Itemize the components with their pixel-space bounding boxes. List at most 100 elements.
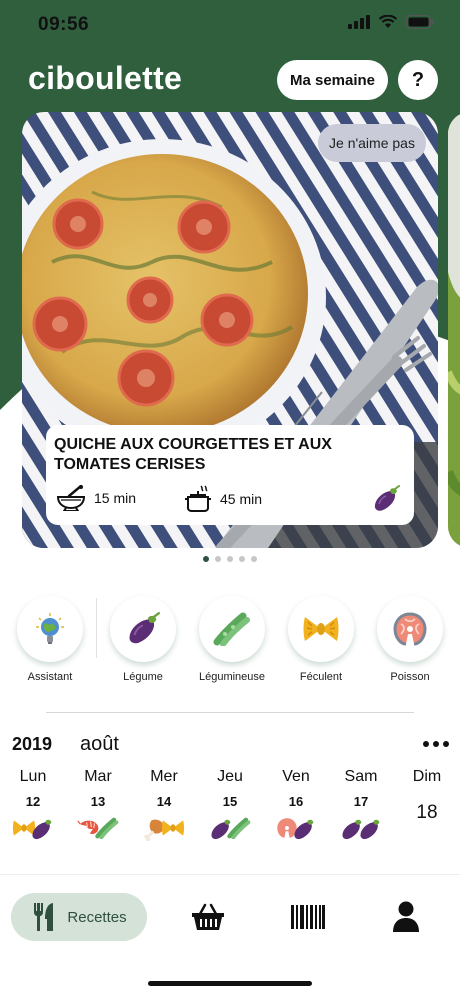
nav-divider: [0, 874, 460, 875]
nav-profile-tab[interactable]: [384, 897, 428, 937]
green-beans-icon: [213, 612, 250, 646]
recipe-category-tag: [372, 485, 400, 513]
cook-time-value: 45 min: [220, 491, 263, 507]
day-meals: [268, 817, 324, 843]
featured-recipe-card[interactable]: Je n'aime pas QUICHE AUX COURGETTES ET A…: [22, 112, 438, 548]
day-column[interactable]: Mer 14: [136, 768, 192, 843]
day-number: 18: [416, 802, 438, 823]
day-name: Dim: [412, 768, 442, 785]
day-name: Lun: [19, 768, 47, 785]
day-meals: [70, 817, 126, 843]
battery-icon: [406, 15, 434, 29]
day-number: 16: [288, 794, 304, 809]
day-meals: [202, 817, 258, 843]
day-column[interactable]: Dim 18: [399, 768, 455, 824]
nav-recipes-label: Recettes: [67, 908, 127, 926]
green-beans-icon: [227, 817, 251, 839]
category-divider: [96, 598, 97, 658]
category-label: Légume: [123, 671, 163, 683]
green-beans-icon: [95, 817, 119, 839]
category-circle: [288, 596, 354, 662]
cooking-pot-icon: [185, 485, 211, 512]
day-column[interactable]: Jeu 15: [202, 768, 258, 843]
category-row: Assistant Légume Légumineuse Féculent Po…: [0, 596, 460, 686]
day-meals: [333, 817, 389, 843]
pager-dot[interactable]: [227, 556, 233, 562]
bottom-nav: Recettes: [0, 893, 460, 941]
day-column[interactable]: Lun 12: [5, 768, 61, 843]
prep-time: 15 min: [56, 485, 136, 511]
day-number: 14: [156, 794, 172, 809]
pager-dot[interactable]: [203, 556, 209, 562]
pasta-bow-icon: [161, 820, 185, 836]
eggplant-icon: [129, 612, 160, 644]
category-label: Féculent: [299, 671, 343, 683]
day-name: Mer: [150, 768, 178, 785]
category-fish[interactable]: Poisson: [370, 596, 450, 683]
signal-icon: [348, 15, 370, 29]
mortar-icon: [56, 485, 86, 511]
status-icons: [348, 15, 434, 29]
eggplant-icon: [360, 819, 380, 840]
day-column[interactable]: Mar 13: [70, 768, 126, 843]
pager-dot[interactable]: [239, 556, 245, 562]
salmon-steak-icon: [393, 612, 427, 646]
day-number: 15: [222, 794, 238, 809]
day-name: Jeu: [217, 768, 243, 785]
more-dots-icon[interactable]: [420, 736, 452, 752]
my-week-button[interactable]: Ma semaine: [277, 60, 388, 100]
section-divider: [46, 712, 414, 713]
category-vegetable[interactable]: Légume: [103, 596, 183, 683]
day-number: 17: [353, 794, 369, 809]
app-title: ciboulette: [28, 60, 183, 96]
category-label: Légumineuse: [198, 671, 266, 683]
day-number: 13: [90, 794, 106, 809]
pager-dot[interactable]: [251, 556, 257, 562]
day-meals: [5, 817, 61, 843]
category-starch[interactable]: Féculent: [281, 596, 361, 683]
wifi-icon: [378, 15, 398, 28]
status-bar: 09:56: [0, 0, 460, 50]
home-indicator[interactable]: [148, 981, 312, 986]
day-column[interactable]: Sam 17: [333, 768, 389, 843]
recipe-meta: 15 min 45 min: [56, 485, 400, 515]
eggplant-icon: [374, 485, 400, 511]
nav-barcode-tab[interactable]: [286, 897, 330, 937]
dislike-button[interactable]: Je n'aime pas: [318, 124, 426, 162]
category-legume[interactable]: Légumineuse: [192, 596, 272, 683]
fork-knife-icon: [34, 903, 54, 931]
help-button[interactable]: ?: [398, 60, 438, 100]
day-meals: [136, 817, 192, 843]
eggplant-icon: [32, 819, 52, 840]
day-name: Mar: [84, 768, 112, 785]
calendar-month[interactable]: août: [80, 733, 119, 756]
status-time: 09:56: [38, 14, 90, 35]
calendar-year: 2019: [12, 734, 53, 754]
day-number: 12: [25, 794, 41, 809]
prep-time-value: 15 min: [94, 490, 137, 506]
day-name: Sam: [344, 768, 378, 785]
category-circle: [199, 596, 265, 662]
category-label: Assistant: [27, 671, 73, 683]
carousel-pager[interactable]: [0, 556, 460, 562]
pager-dot[interactable]: [215, 556, 221, 562]
eggplant-icon: [294, 819, 314, 840]
nav-basket-tab[interactable]: [186, 897, 230, 937]
basket-icon: [192, 903, 224, 930]
nav-recipes-tab[interactable]: Recettes: [11, 893, 147, 941]
globe-lightbulb-icon: [36, 613, 64, 644]
recipe-info-box[interactable]: QUICHE AUX COURGETTES ET AUX TOMATES CER…: [46, 425, 414, 525]
pasta-bow-icon: [303, 617, 339, 641]
category-circle: [17, 596, 83, 662]
day-column[interactable]: Ven 16: [268, 768, 324, 843]
barcode-icon: [291, 905, 325, 929]
category-assistant[interactable]: Assistant: [10, 596, 90, 683]
next-recipe-card-peek[interactable]: [448, 112, 460, 548]
recipe-title: QUICHE AUX COURGETTES ET AUX TOMATES CER…: [54, 436, 332, 473]
category-label: Poisson: [390, 671, 430, 683]
next-recipe-photo: [448, 112, 460, 548]
cook-time: 45 min: [184, 485, 262, 513]
user-icon: [393, 901, 419, 932]
category-circle: [377, 596, 443, 662]
day-name: Ven: [282, 768, 310, 785]
